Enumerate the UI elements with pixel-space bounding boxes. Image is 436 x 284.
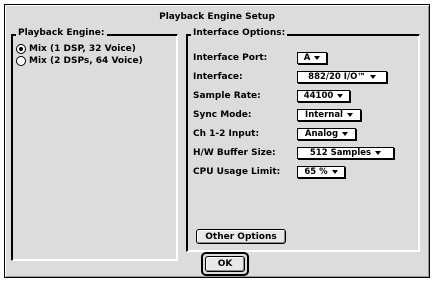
triangle-down-icon <box>331 170 338 174</box>
interface-options-legend: Interface Options: <box>191 28 288 38</box>
triangle-down-icon <box>375 151 382 155</box>
buffer-size-label: H/W Buffer Size: <box>193 148 276 158</box>
interface-port-popup[interactable]: A <box>297 52 327 64</box>
ok-label: OK <box>217 259 233 269</box>
playback-engine-setup-dialog: Playback Engine Setup Playback Engine: M… <box>4 4 430 278</box>
playback-engine-legend: Playback Engine: <box>16 28 107 38</box>
other-options-button[interactable]: Other Options <box>196 229 286 244</box>
playback-option-label: Mix (1 DSP, 32 Voice) <box>29 43 136 54</box>
radio-selected-icon[interactable] <box>16 43 26 54</box>
interface-popup[interactable]: 882/20 I/O™ <box>297 71 387 83</box>
triangle-down-icon <box>346 113 353 117</box>
interface-value: 882/20 I/O™ <box>308 72 366 82</box>
interface-port-value: A <box>303 53 311 63</box>
triangle-down-icon <box>369 75 376 79</box>
sample-rate-label: Sample Rate: <box>193 91 261 101</box>
sync-mode-value: Internal <box>305 110 343 120</box>
sync-mode-label: Sync Mode: <box>193 110 252 120</box>
triangle-down-icon <box>314 56 321 60</box>
ch12-input-label: Ch 1-2 Input: <box>193 129 260 139</box>
ok-button-default-ring: OK <box>201 252 249 276</box>
cpu-limit-label: CPU Usage Limit: <box>193 167 281 177</box>
playback-engine-group: Playback Engine: Mix (1 DSP, 32 Voice) M… <box>11 28 178 261</box>
ch12-input-popup[interactable]: Analog <box>297 128 356 140</box>
playback-option-label: Mix (2 DSPs, 64 Voice) <box>29 55 143 66</box>
triangle-down-icon <box>342 132 349 136</box>
radio-unselected-icon[interactable] <box>16 55 26 66</box>
playback-option-1dsp[interactable]: Mix (1 DSP, 32 Voice) <box>16 43 136 54</box>
interface-port-label: Interface Port: <box>193 53 268 63</box>
interface-label: Interface: <box>193 72 243 82</box>
buffer-size-popup[interactable]: 512 Samples <box>297 147 394 159</box>
interface-options-group: Interface Options: Interface Port: A Int… <box>186 28 420 252</box>
dialog-title: Playback Engine Setup <box>159 12 275 22</box>
sync-mode-popup[interactable]: Internal <box>297 109 361 121</box>
sample-rate-value: 44100 <box>303 91 334 101</box>
other-options-label: Other Options <box>205 231 277 242</box>
ok-button[interactable]: OK <box>205 256 245 272</box>
triangle-down-icon <box>337 94 344 98</box>
ch12-input-value: Analog <box>304 129 339 139</box>
cpu-limit-value: 65 % <box>304 167 328 177</box>
playback-option-2dsp[interactable]: Mix (2 DSPs, 64 Voice) <box>16 55 143 66</box>
buffer-size-value: 512 Samples <box>309 148 372 158</box>
sample-rate-popup[interactable]: 44100 <box>297 90 350 102</box>
cpu-limit-popup[interactable]: 65 % <box>297 166 345 178</box>
